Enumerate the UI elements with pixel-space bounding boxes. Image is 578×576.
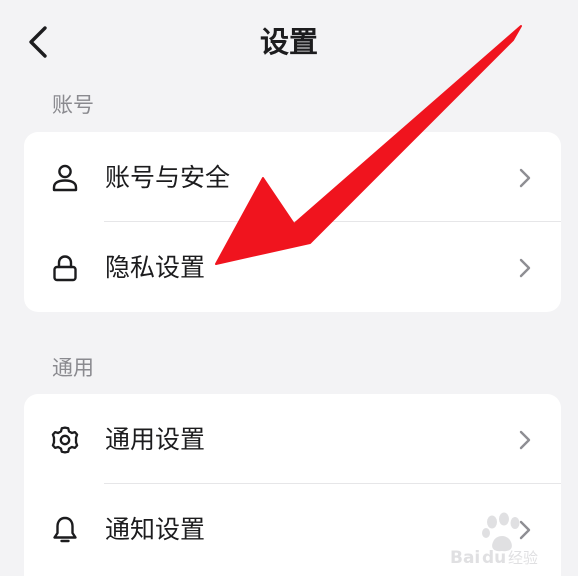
chevron-right-icon (519, 520, 531, 540)
top-bar: 设置 (0, 0, 578, 86)
settings-item-account-security[interactable]: 账号与安全 (24, 132, 561, 222)
settings-item-label: 通用设置 (105, 425, 206, 454)
settings-item-general[interactable]: 通用设置 (24, 394, 561, 484)
section-label-account: 账号 (52, 93, 94, 117)
section-label-general: 通用 (52, 356, 94, 380)
settings-item-label: 账号与安全 (105, 163, 231, 192)
settings-item-label: 通知设置 (105, 515, 206, 544)
general-card: 通用设置 通知设置 (24, 394, 561, 576)
settings-item-label: 隐私设置 (105, 253, 206, 282)
settings-item-privacy[interactable]: 隐私设置 (24, 222, 561, 312)
settings-item-notifications[interactable]: 通知设置 (24, 484, 561, 574)
page-title: 设置 (259, 25, 318, 59)
lock-icon (53, 255, 77, 282)
account-card: 账号与安全 隐私设置 (24, 132, 561, 312)
chevron-right-icon (519, 258, 531, 278)
chevron-right-icon (519, 168, 531, 188)
back-button[interactable] (18, 20, 58, 64)
bell-icon (53, 516, 77, 543)
chevron-right-icon (519, 430, 531, 450)
gear-icon (51, 426, 79, 454)
chevron-left-icon (29, 26, 47, 58)
user-icon (52, 164, 78, 192)
